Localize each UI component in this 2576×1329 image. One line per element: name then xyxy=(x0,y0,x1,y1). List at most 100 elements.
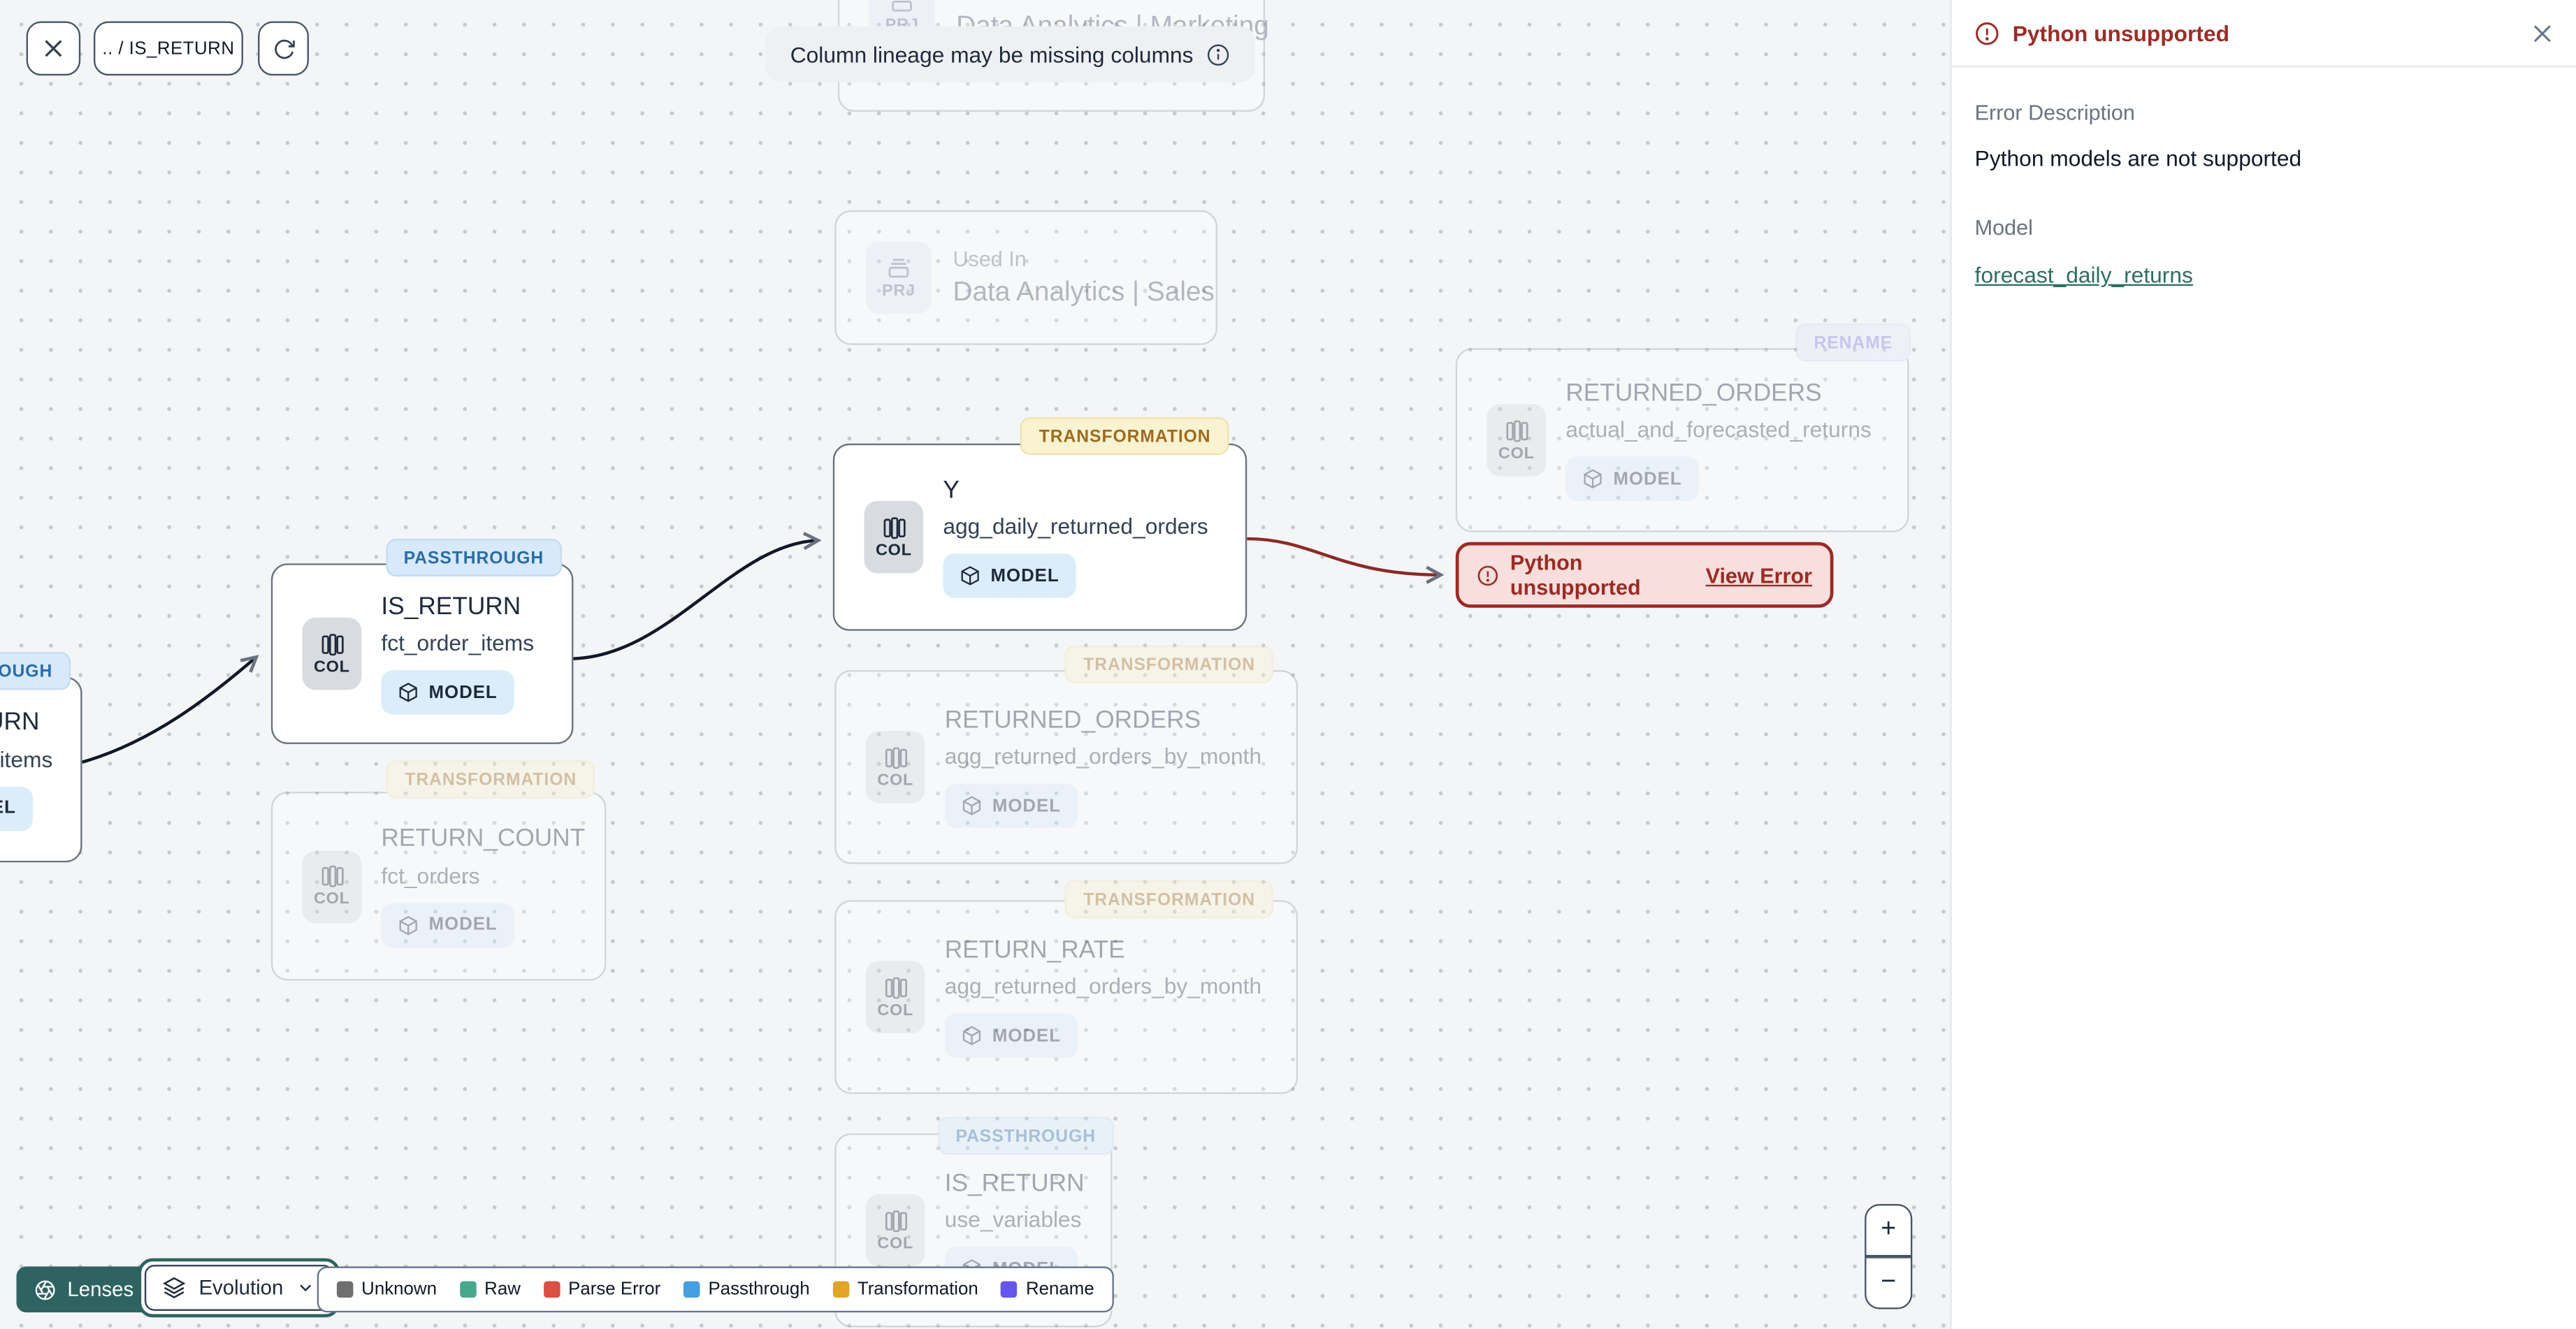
model-pill: MODEL xyxy=(944,783,1078,829)
node-body: PRJ Used In Data Analytics | Sales xyxy=(837,212,1216,343)
breadcrumb-button[interactable]: .. / IS_RETURN xyxy=(93,21,243,76)
evolution-label: Evolution xyxy=(198,1276,284,1300)
notification-text: Column lineage may be missing columns xyxy=(790,41,1194,67)
canvas-zoom-controls: + − xyxy=(1865,1204,1913,1309)
lenses-label: Lenses xyxy=(67,1277,134,1301)
cube-icon xyxy=(962,796,981,816)
node-title: Data Analytics | Sales xyxy=(953,277,1215,307)
node-title: RETURN_COUNT xyxy=(381,825,586,853)
refresh-button[interactable] xyxy=(258,21,309,76)
node-subtitle: agg_returned_orders_by_month xyxy=(944,974,1262,999)
error-description-label: Error Description xyxy=(1974,100,2135,125)
legend-swatch xyxy=(683,1281,700,1298)
legend-swatch xyxy=(336,1281,354,1298)
node-subtitle: use_variables xyxy=(944,1207,1082,1233)
evolution-lens-selected-ring: Evolution xyxy=(138,1258,341,1318)
node-body: COL Y agg_daily_returned_orders MODEL xyxy=(834,445,1245,629)
cube-icon xyxy=(399,915,417,935)
zoom-in-button[interactable]: + xyxy=(1867,1205,1911,1255)
lineage-node-return-count[interactable]: TRANSFORMATION COL RETURN_COUNT fct_orde… xyxy=(270,760,607,981)
node-subtitle: fct_orders xyxy=(381,863,480,888)
col-chip: COL xyxy=(864,500,924,574)
lineage-node-is-return[interactable]: PASSTHROUGH COL IS_RETURN fct_order_item… xyxy=(270,539,574,744)
edge-passthrough-to-y xyxy=(573,532,822,660)
cube-icon xyxy=(1584,469,1602,489)
lineage-node-return-rate[interactable]: TRANSFORMATION COL RETURN_RATE agg_retur… xyxy=(834,880,1298,1094)
legend-item-raw: Raw xyxy=(459,1279,521,1299)
lenses-button[interactable]: Lenses xyxy=(16,1266,152,1313)
legend-swatch xyxy=(832,1281,850,1298)
node-title: RETURNED_ORDERS xyxy=(1565,379,1822,407)
model-pill: MODEL xyxy=(943,553,1076,598)
used-in-label: Used In xyxy=(953,246,1027,271)
model-pill: MODEL xyxy=(1565,456,1699,502)
node-subtitle: fct_order_items xyxy=(0,746,53,771)
columns-icon xyxy=(884,1210,906,1232)
col-chip: COL xyxy=(865,961,925,1033)
model-pill: MODEL xyxy=(944,1013,1078,1059)
node-title: RETURNED_ORDERS xyxy=(944,706,1201,734)
legend-item-passthrough: Passthrough xyxy=(683,1279,810,1299)
lineage-node-returned-orders[interactable]: TRANSFORMATION COL RETURNED_ORDERS agg_r… xyxy=(834,645,1298,864)
evolution-lens-dropdown[interactable]: Evolution xyxy=(144,1265,335,1311)
panel-body: Error Description Python models are not … xyxy=(1952,67,2576,324)
close-icon xyxy=(45,40,62,57)
chip-label: COL xyxy=(875,541,912,560)
node-body: COL RETURN_COUNT fct_orders MODEL xyxy=(273,793,605,979)
app-window: PRJ Used In Data Analytics | Marketing P… xyxy=(0,0,2576,1329)
model-link[interactable]: forecast_daily_returns xyxy=(1975,263,2193,287)
col-chip: COL xyxy=(1486,404,1547,477)
chip-label: COL xyxy=(877,1234,914,1253)
view-error-link[interactable]: View Error xyxy=(1706,562,1812,587)
lineage-node-is-return-offscreen[interactable]: PASSTHROUGH COL IS_RETURN fct_order_item… xyxy=(0,652,82,863)
node-body: COL RETURNED_ORDERS agg_returned_orders_… xyxy=(837,671,1296,862)
node-body: COL RETURNED_ORDERS actual_and_forecaste… xyxy=(1457,350,1907,531)
model-pill: MODEL xyxy=(381,670,514,715)
cube-icon xyxy=(961,566,979,586)
columns-icon xyxy=(1505,419,1528,442)
edge-cut-to-passthrough xyxy=(81,655,259,764)
legend-swatch xyxy=(1001,1281,1018,1298)
node-subtitle: actual_and_forecasted_returns xyxy=(1565,417,1872,442)
chip-label: COL xyxy=(313,890,350,908)
alert-circle-icon xyxy=(1477,565,1498,586)
legend-swatch xyxy=(543,1281,560,1298)
layers-icon xyxy=(162,1277,186,1299)
edge-y-to-error xyxy=(1247,537,1445,584)
lineage-node-returned-orders-rename[interactable]: RENAME COL RETURNED_ORDERS actual_and_fo… xyxy=(1455,324,1911,532)
project-icon xyxy=(892,0,912,11)
node-title: IS_RETURN xyxy=(0,709,40,737)
chip-label: COL xyxy=(877,771,914,790)
node-subtitle: agg_daily_returned_orders xyxy=(943,514,1208,539)
badge-transformation: TRANSFORMATION xyxy=(386,760,595,799)
close-icon xyxy=(2533,24,2551,42)
col-chip: COL xyxy=(865,731,925,804)
cube-icon xyxy=(962,1026,981,1046)
chip-label: PRJ xyxy=(881,282,916,301)
legend-item-transformation: Transformation xyxy=(832,1279,978,1299)
pill-label: MODEL xyxy=(0,798,16,818)
close-lineage-button[interactable] xyxy=(26,21,81,76)
node-body: COL IS_RETURN fct_order_items MODEL xyxy=(273,565,572,743)
legend-item-parse-error: Parse Error xyxy=(543,1279,660,1299)
lineage-node-used-in-sales[interactable]: PRJ Used In Data Analytics | Sales xyxy=(834,210,1217,345)
model-pill: MODEL xyxy=(381,903,514,947)
lineage-canvas[interactable]: PRJ Used In Data Analytics | Marketing P… xyxy=(0,0,1951,1329)
edge-type-legend: Unknown Raw Parse Error Passthrough Tran… xyxy=(317,1266,1114,1313)
info-icon[interactable] xyxy=(1206,42,1231,66)
breadcrumb: .. / IS_RETURN xyxy=(102,38,235,59)
node-title: IS_RETURN xyxy=(944,1169,1085,1198)
model-pill: MODEL xyxy=(0,786,33,831)
model-label: Model xyxy=(1974,215,2033,240)
panel-close-button[interactable] xyxy=(2532,22,2554,44)
error-node-python-unsupported[interactable]: Python unsupported View Error xyxy=(1455,542,1834,608)
zoom-out-button[interactable]: − xyxy=(1867,1258,1911,1307)
panel-header: Python unsupported xyxy=(1951,0,2576,68)
lineage-node-y[interactable]: TRANSFORMATION COL Y agg_daily_returned_… xyxy=(832,417,1247,631)
chip-label: COL xyxy=(313,658,350,676)
node-body: COL RETURN_RATE agg_returned_orders_by_m… xyxy=(837,902,1296,1093)
columns-icon xyxy=(321,633,343,655)
col-chip: COL xyxy=(865,1194,925,1267)
pill-label: MODEL xyxy=(428,683,498,703)
used-in-label: Used In xyxy=(956,0,1237,4)
